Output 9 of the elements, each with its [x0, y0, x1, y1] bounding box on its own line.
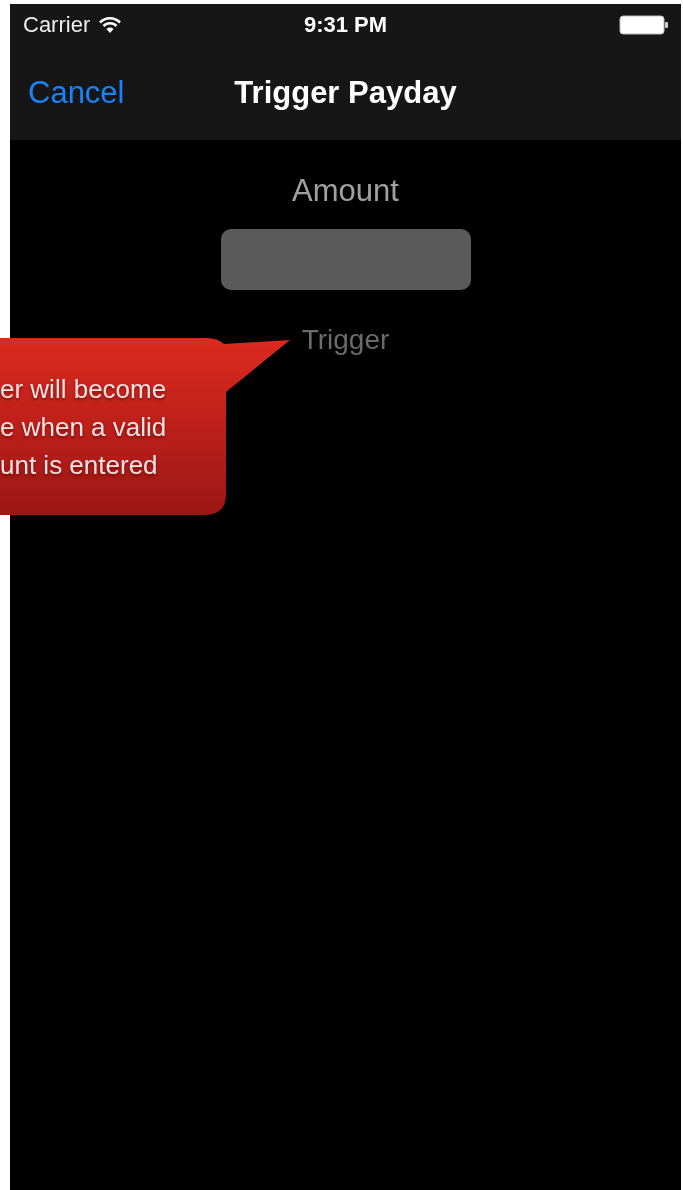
nav-title: Trigger Payday [234, 75, 457, 111]
battery-icon [619, 14, 669, 36]
amount-field[interactable] [220, 229, 471, 290]
carrier-name: Carrier [23, 12, 91, 38]
amount-label: Amount [292, 173, 399, 209]
cancel-button[interactable]: Cancel [28, 75, 125, 111]
wifi-icon [98, 16, 123, 34]
status-time: 9:31 PM [303, 12, 388, 38]
callout-text: er will become e when a valid unt is entered [0, 373, 167, 482]
